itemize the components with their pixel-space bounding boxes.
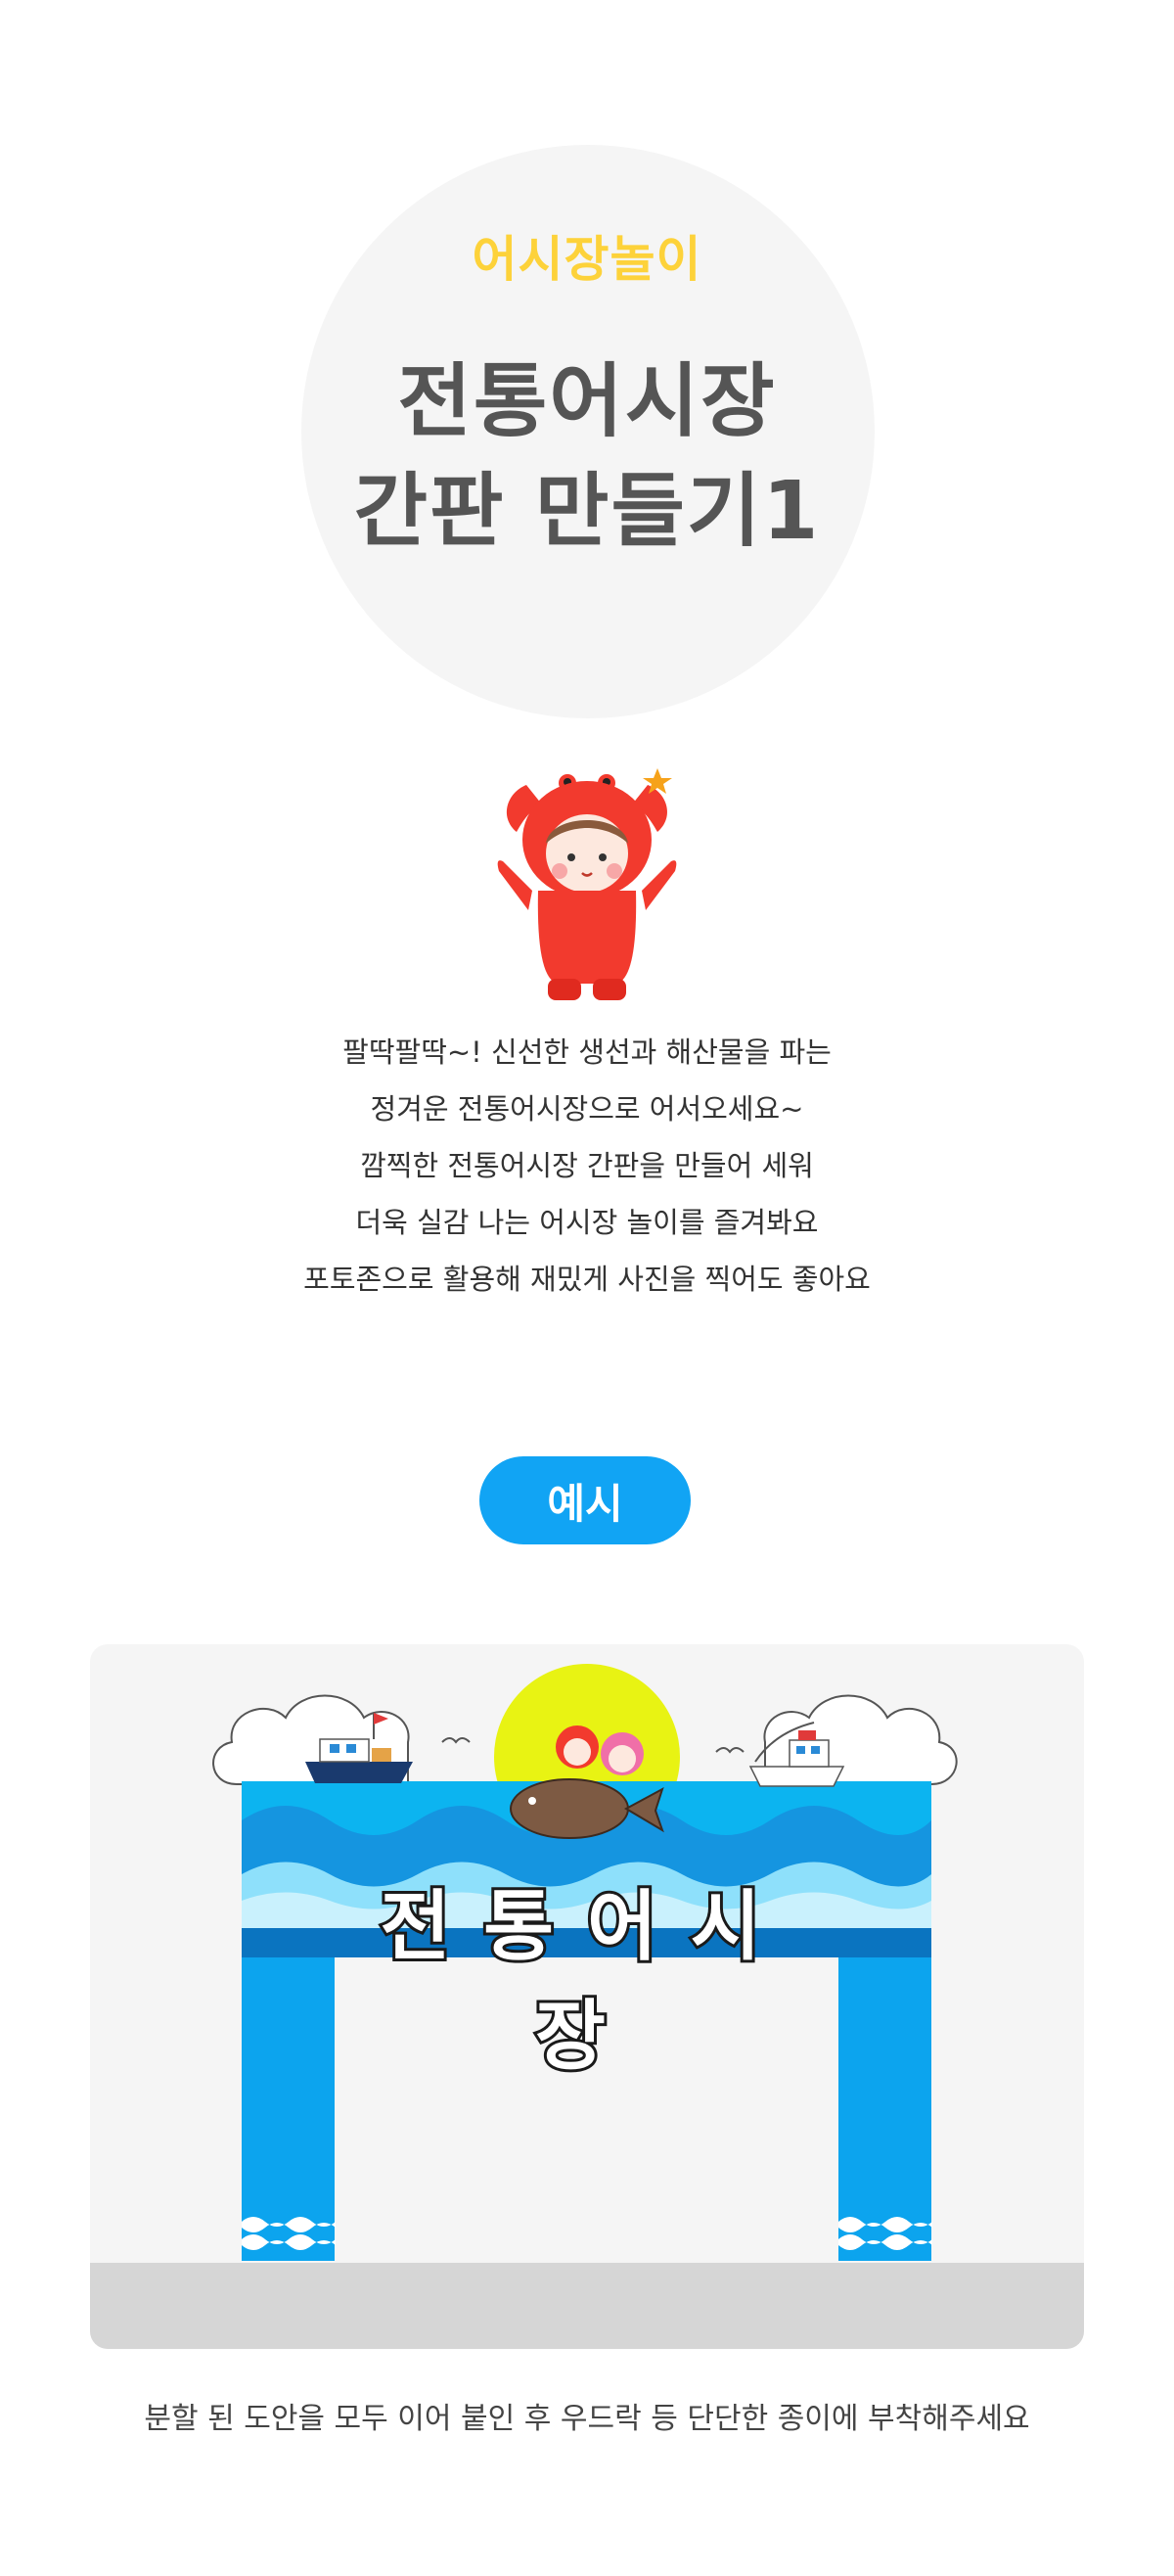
example-image: 전통어시장 [90, 1644, 1084, 2349]
seagull-icon [441, 1737, 471, 1744]
seagull-icon [715, 1747, 745, 1754]
example-badge: 예시 [479, 1456, 691, 1544]
description-line: 포토존으로 활용해 재밌게 사진을 찍어도 좋아요 [303, 1263, 871, 1296]
description-line: 정겨운 전통어시장으로 어서오세요~ [370, 1092, 804, 1126]
description: 팔딱팔딱~! 신선한 생선과 해산물을 파는 정겨운 전통어시장으로 어서오세요… [0, 1024, 1174, 1308]
page-title: 전통어시장 간판 만들기1 [0, 347, 1174, 567]
title-line-1: 전통어시장 [397, 355, 777, 448]
instruction-caption: 분할 된 도안을 모두 이어 붙인 후 우드락 등 단단한 종이에 부착해주세요 [144, 2402, 1030, 2436]
pink-kid-icon [601, 1732, 644, 1775]
description-line: 더욱 실감 나는 어시장 놀이를 즐겨봐요 [355, 1206, 819, 1239]
description-line: 깜찍한 전통어시장 간판을 만들어 세워 [360, 1149, 814, 1182]
crab-mascot-icon [497, 768, 677, 1000]
sign-text: 전통어시장 [377, 1880, 794, 2084]
page-subtitle: 어시장놀이 [472, 231, 702, 288]
description-line: 팔딱팔딱~! 신선한 생선과 해산물을 파는 [342, 1035, 832, 1069]
title-line-2: 간판 만들기1 [353, 465, 821, 558]
wave-icon [242, 2217, 932, 2250]
crab-kid-icon [556, 1725, 599, 1769]
